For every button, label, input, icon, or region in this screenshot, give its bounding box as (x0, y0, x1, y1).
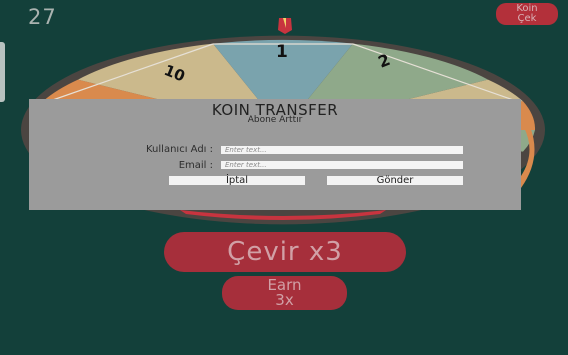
cancel-button[interactable]: İptal (169, 176, 305, 186)
spin-x3-button[interactable]: Çevir x3 (164, 232, 406, 272)
username-input[interactable] (221, 146, 463, 154)
dialog-subtitle: Abone Arttır (247, 115, 303, 125)
email-label: Email : (178, 160, 213, 171)
email-input[interactable] (221, 161, 463, 169)
koin-transfer-dialog: KOIN TRANSFER Abone Arttır Kullanıcı Adı… (29, 99, 521, 210)
send-button[interactable]: Gönder (327, 176, 463, 186)
wheel-label-1: 1 (276, 42, 288, 62)
earn-3x-button[interactable]: Earn 3x (222, 276, 347, 310)
earn-label-2: 3x (275, 291, 294, 309)
username-label: Kullanıcı Adı : (146, 144, 213, 155)
